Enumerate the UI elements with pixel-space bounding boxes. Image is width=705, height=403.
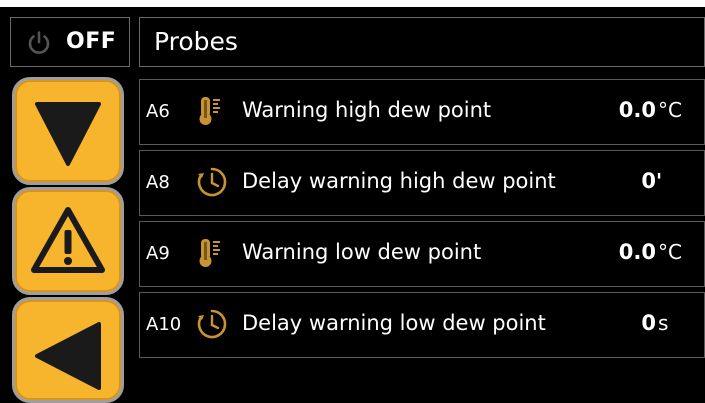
parameter-row-a6[interactable]: A6 Warning high dew point 0.0 °C xyxy=(139,79,705,145)
parameter-label: Warning high dew point xyxy=(242,98,492,122)
parameter-unit: °C xyxy=(658,240,682,264)
clock-icon xyxy=(197,167,227,197)
power-toggle[interactable]: OFF xyxy=(10,17,130,67)
parameter-code: A10 xyxy=(146,314,182,335)
thermometer-icon xyxy=(199,97,220,125)
page-header: Probes xyxy=(139,17,705,67)
parameter-value: 0.0 xyxy=(618,240,656,264)
back-button[interactable] xyxy=(12,297,124,403)
power-status-label: OFF xyxy=(66,29,117,54)
parameter-unit: ' xyxy=(656,169,663,193)
power-icon xyxy=(28,31,50,54)
parameter-label: Warning low dew point xyxy=(242,240,482,264)
clock-icon xyxy=(197,309,227,339)
parameter-code: A9 xyxy=(146,243,170,264)
parameter-unit: °C xyxy=(658,98,682,122)
screen: OFF Probes A6 Warning high dew point 0.0… xyxy=(0,0,705,403)
arrow-down-icon xyxy=(35,102,101,166)
parameter-value: 0.0 xyxy=(618,98,656,122)
parameter-label: Delay warning low dew point xyxy=(242,311,546,335)
parameter-row-a8[interactable]: A8 Delay warning high dew point 0 ' xyxy=(139,150,705,216)
parameter-label: Delay warning high dew point xyxy=(242,169,556,193)
parameter-value: 0 xyxy=(641,311,656,335)
scroll-down-button[interactable] xyxy=(12,77,124,185)
alarm-button[interactable] xyxy=(12,187,124,295)
page-title: Probes xyxy=(154,27,238,56)
parameter-value: 0 xyxy=(641,169,656,193)
parameter-code: A6 xyxy=(146,101,170,122)
alarm-warning-icon xyxy=(31,207,105,273)
parameter-row-a9[interactable]: A9 Warning low dew point 0.0 °C xyxy=(139,221,705,287)
top-border xyxy=(0,0,705,7)
parameter-code: A8 xyxy=(146,172,170,193)
parameter-unit: s xyxy=(658,311,669,335)
thermometer-icon xyxy=(199,239,220,267)
arrow-back-icon xyxy=(35,322,101,390)
parameter-row-a10[interactable]: A10 Delay warning low dew point 0 s xyxy=(139,292,705,358)
